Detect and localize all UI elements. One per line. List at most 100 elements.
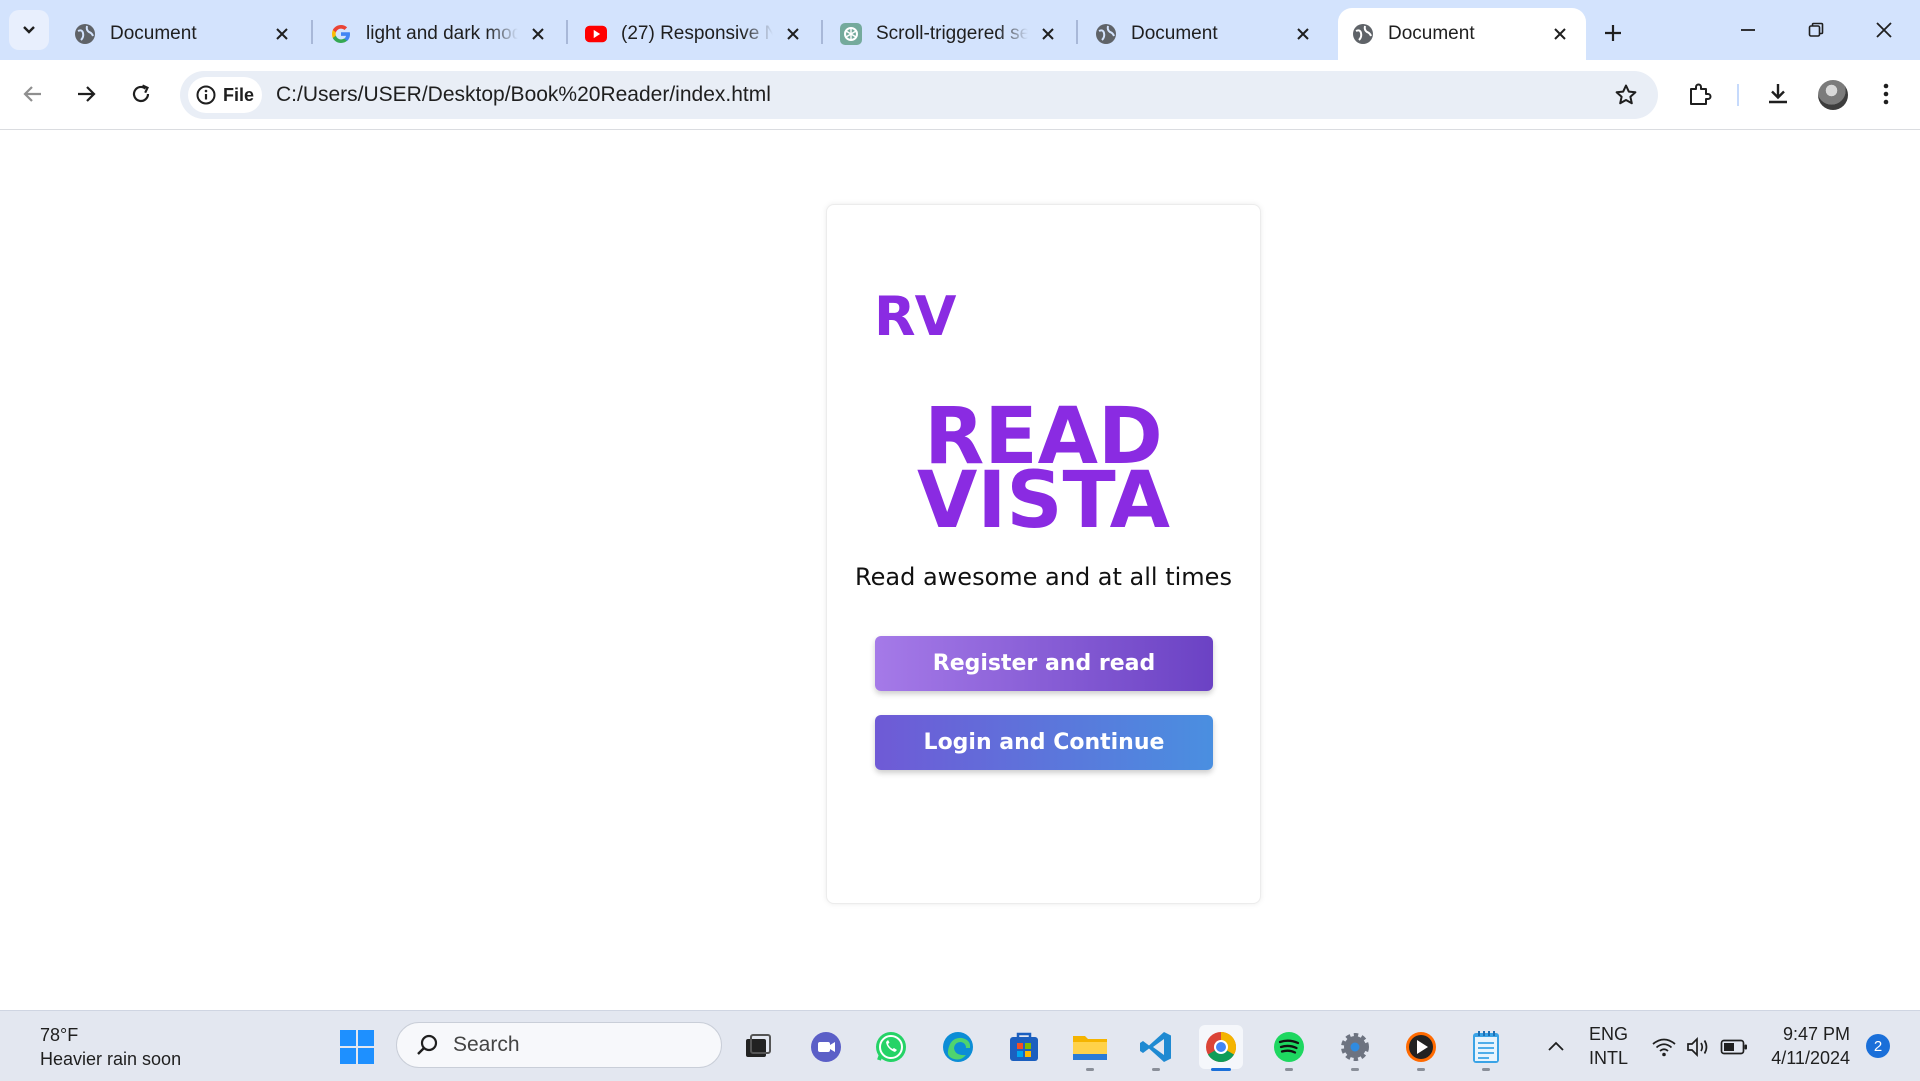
tab-document-2[interactable]: Document — [1081, 8, 1329, 60]
tab-title: Scroll-triggered sections — [876, 23, 1028, 44]
tab-separator — [566, 20, 568, 44]
windows-logo-icon — [340, 1030, 374, 1064]
start-button[interactable] — [335, 1025, 379, 1069]
system-clock[interactable]: 9:47 PM 4/11/2024 — [1764, 1022, 1850, 1070]
tab-separator — [311, 20, 313, 44]
tab-search-button[interactable] — [9, 10, 49, 50]
globe-icon — [74, 23, 96, 45]
address-bar[interactable]: File C:/Users/USER/Desktop/Book%20Reader… — [180, 71, 1658, 119]
app-title: READ VISTA — [827, 398, 1260, 546]
welcome-card: RV READ VISTA Read awesome and at all ti… — [826, 204, 1261, 904]
tab-youtube[interactable]: (27) Responsive Navbar — [571, 8, 819, 60]
tab-document-active[interactable]: Document — [1338, 8, 1586, 60]
back-button[interactable] — [13, 74, 53, 114]
forward-button[interactable] — [66, 74, 106, 114]
taskbar-search[interactable]: Search — [396, 1022, 722, 1068]
whatsapp-icon — [876, 1032, 906, 1062]
running-indicator — [1086, 1068, 1094, 1071]
more-vertical-icon — [1883, 83, 1889, 105]
task-view-icon — [746, 1034, 771, 1057]
register-button[interactable]: Register and read — [875, 636, 1213, 691]
notification-badge[interactable]: 2 — [1866, 1034, 1890, 1058]
battery-status[interactable] — [1712, 1025, 1756, 1069]
downloads-button[interactable] — [1760, 76, 1796, 112]
running-indicator — [1482, 1068, 1490, 1071]
taskbar-media-player[interactable] — [1399, 1025, 1443, 1071]
puzzle-icon — [1690, 83, 1712, 105]
close-icon[interactable] — [1036, 22, 1060, 46]
arrow-right-icon — [78, 86, 96, 102]
close-icon[interactable] — [526, 22, 550, 46]
folder-icon — [1073, 1036, 1107, 1060]
search-icon — [417, 1034, 438, 1055]
close-icon[interactable] — [1291, 22, 1315, 46]
gear-icon — [1341, 1033, 1369, 1061]
running-indicator — [1417, 1068, 1425, 1071]
app-title-line-2: VISTA — [916, 456, 1171, 546]
taskbar-spotify[interactable] — [1267, 1025, 1311, 1071]
chevron-down-icon — [23, 26, 35, 34]
tab-title: Document — [1388, 23, 1475, 44]
taskbar-store[interactable] — [1002, 1025, 1046, 1069]
weather-description: Heavier rain soon — [40, 1049, 182, 1069]
close-icon[interactable] — [781, 22, 805, 46]
show-hidden-icons-button[interactable] — [1534, 1025, 1578, 1069]
reload-button[interactable] — [121, 74, 161, 114]
running-indicator — [1285, 1068, 1293, 1071]
site-info-chip[interactable]: File — [188, 77, 262, 113]
taskbar-edge[interactable] — [936, 1025, 980, 1069]
edge-browser-icon — [943, 1032, 973, 1062]
notepad-icon — [1473, 1031, 1499, 1063]
url-text[interactable]: C:/Users/USER/Desktop/Book%20Reader/inde… — [276, 83, 771, 107]
taskbar-chrome[interactable] — [1199, 1025, 1243, 1071]
tab-strip: Document light and dark mode (27) Respon… — [0, 0, 1920, 60]
tab-separator — [1076, 20, 1078, 44]
search-placeholder: Search — [453, 1033, 520, 1056]
chevron-up-icon — [1548, 1041, 1564, 1051]
taskbar-vscode[interactable] — [1134, 1025, 1178, 1071]
arrow-left-icon — [23, 86, 41, 102]
running-indicator — [1152, 1068, 1160, 1071]
task-view-button[interactable] — [736, 1025, 780, 1069]
youtube-icon — [585, 23, 607, 45]
windows-taskbar: 78°F Heavier rain soon Search ENG INTL 9… — [0, 1010, 1920, 1081]
login-button[interactable]: Login and Continue — [875, 715, 1213, 770]
google-icon — [330, 23, 352, 45]
battery-icon — [1720, 1039, 1747, 1055]
extensions-button[interactable] — [1681, 76, 1717, 112]
language-indicator[interactable]: ENG INTL — [1589, 1022, 1628, 1070]
taskbar-teams[interactable] — [804, 1025, 848, 1069]
browser-toolbar: File C:/Users/USER/Desktop/Book%20Reader… — [0, 60, 1920, 130]
taskbar-settings[interactable] — [1333, 1025, 1377, 1071]
bookmark-button[interactable] — [1612, 81, 1640, 109]
taskbar-notepad[interactable] — [1464, 1025, 1508, 1071]
taskbar-whatsapp[interactable] — [869, 1025, 913, 1069]
restore-icon — [1808, 22, 1824, 37]
speaker-icon — [1687, 1036, 1708, 1058]
profile-avatar[interactable] — [1818, 80, 1848, 110]
new-tab-button[interactable] — [1596, 16, 1630, 50]
web-page: RV READ VISTA Read awesome and at all ti… — [0, 130, 1920, 1010]
taskbar-file-explorer[interactable] — [1068, 1025, 1112, 1071]
browser-menu-button[interactable] — [1868, 76, 1904, 112]
minimize-button[interactable] — [1723, 10, 1773, 50]
close-icon[interactable] — [1548, 22, 1572, 46]
keyboard-layout: INTL — [1589, 1048, 1629, 1068]
close-icon[interactable] — [270, 22, 294, 46]
plus-icon — [1605, 25, 1621, 41]
info-icon — [196, 85, 216, 105]
tab-title: Document — [1131, 23, 1218, 44]
site-logo[interactable]: RV — [874, 285, 956, 348]
vscode-icon — [1140, 1032, 1171, 1062]
tab-chatgpt[interactable]: Scroll-triggered sections — [826, 8, 1074, 60]
tab-title: Document — [110, 23, 197, 44]
star-icon — [1615, 84, 1637, 105]
restore-button[interactable] — [1791, 10, 1841, 50]
weather-widget[interactable]: 78°F Heavier rain soon — [40, 1023, 181, 1071]
spotify-icon — [1274, 1032, 1304, 1062]
tab-title: light and dark mode — [366, 23, 518, 44]
tab-document-1[interactable]: Document — [60, 8, 308, 60]
tab-google-search[interactable]: light and dark mode — [316, 8, 564, 60]
close-window-button[interactable] — [1859, 10, 1909, 50]
tagline: Read awesome and at all times — [855, 563, 1232, 591]
